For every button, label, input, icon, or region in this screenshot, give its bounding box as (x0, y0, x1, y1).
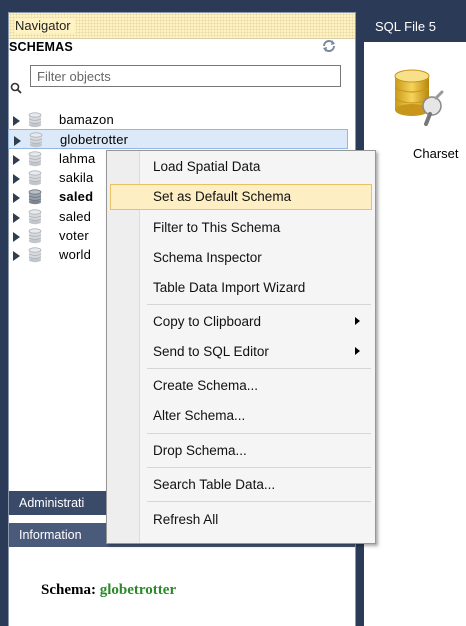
expand-arrow-icon[interactable] (13, 116, 20, 126)
filter-objects-input[interactable] (30, 65, 341, 87)
expand-arrow-icon[interactable] (13, 193, 20, 204)
submenu-arrow-icon (355, 317, 360, 325)
navigator-title: Navigator (15, 18, 75, 33)
database-icon (28, 189, 42, 205)
menu-item-copy-to-clipboard[interactable]: Copy to Clipboard (110, 309, 372, 335)
database-icon (29, 132, 43, 148)
tab-sql-file-label: SQL File 5 (375, 19, 436, 34)
schema-name: bamazon (59, 112, 114, 127)
schema-name: saled (59, 189, 94, 205)
schema-name: sakila (59, 169, 94, 185)
menu-separator (147, 433, 371, 434)
menu-item-label: Copy to Clipboard (153, 314, 262, 329)
menu-item-table-data-import-wizard[interactable]: Table Data Import Wizard (110, 275, 372, 301)
expand-arrow-icon[interactable] (13, 231, 20, 242)
menu-item-label: Table Data Import Wizard (153, 280, 306, 295)
tab-sql-file[interactable]: SQL File 5 (364, 12, 466, 42)
menu-item-label: Drop Schema... (153, 443, 247, 458)
expand-arrow-icon[interactable] (14, 136, 21, 147)
search-icon (10, 82, 22, 94)
database-icon (28, 170, 42, 186)
expand-arrow-icon[interactable] (13, 173, 20, 184)
menu-item-search-table-data[interactable]: Search Table Data... (110, 472, 372, 498)
menu-separator (147, 304, 371, 305)
schema-info-label: Schema: (41, 582, 96, 598)
menu-item-label: Set as Default Schema (153, 189, 292, 204)
schema-name: lahma (59, 150, 96, 166)
database-icon (28, 208, 42, 225)
schema-name: world (59, 247, 92, 263)
charset-database-icon[interactable] (392, 66, 452, 126)
menu-item-label: Filter to This Schema (153, 220, 281, 235)
menu-separator (147, 501, 371, 502)
refresh-icon[interactable] (321, 39, 337, 53)
schema-name: globetrotter (60, 132, 129, 148)
editor-area (364, 42, 466, 626)
menu-item-label: Send to SQL Editor (153, 344, 269, 359)
schema-info: Schema: globetrotter (41, 582, 176, 599)
menu-separator (147, 368, 371, 369)
context-menu: Load Spatial Data Set as Default Schema Fi… (106, 150, 376, 544)
menu-item-label: Alter Schema... (153, 408, 246, 423)
menu-item-label: Search Table Data... (153, 477, 276, 492)
menu-item-schema-inspector[interactable]: Schema Inspector (110, 245, 372, 271)
schema-info-value: globetrotter (99, 582, 177, 598)
menu-item-alter-schema[interactable]: Alter Schema... (110, 403, 372, 429)
information-panel: Schema: globetrotter (9, 548, 355, 626)
database-icon (28, 112, 42, 128)
schema-name: voter (59, 227, 89, 243)
expand-arrow-icon[interactable] (13, 212, 20, 223)
menu-item-filter-to-this-schema[interactable]: Filter to This Schema (110, 215, 372, 241)
menu-item-set-as-default-schema[interactable]: Set as Default Schema (110, 184, 372, 210)
schemas-label: SCHEMAS (9, 40, 73, 54)
schema-name: saled (59, 208, 92, 224)
expand-arrow-icon[interactable] (13, 251, 20, 262)
database-icon (28, 150, 42, 167)
tab-information-label: Information (19, 528, 82, 542)
expand-arrow-icon[interactable] (13, 154, 20, 165)
menu-item-send-to-sql-editor[interactable]: Send to SQL Editor (110, 339, 372, 365)
charset-label: Charset (413, 146, 459, 161)
menu-item-create-schema[interactable]: Create Schema... (110, 373, 372, 399)
schema-tree-item[interactable]: bamazon (8, 110, 348, 130)
menu-item-label: Refresh All (153, 512, 219, 527)
submenu-arrow-icon (355, 347, 360, 355)
menu-item-label: Schema Inspector (153, 250, 262, 265)
navigator-header: Navigator (9, 13, 355, 39)
menu-item-load-spatial-data[interactable]: Load Spatial Data (110, 154, 372, 180)
menu-item-label: Create Schema... (153, 378, 259, 393)
database-icon (28, 228, 42, 244)
menu-item-refresh-all[interactable]: Refresh All (110, 507, 372, 533)
menu-separator (147, 467, 371, 468)
menu-item-label: Load Spatial Data (153, 159, 261, 174)
database-icon (28, 247, 42, 263)
schema-tree-item[interactable]: globetrotter (8, 129, 348, 150)
menu-item-drop-schema[interactable]: Drop Schema... (110, 438, 372, 464)
tab-administration-label: Administrati (19, 496, 85, 510)
